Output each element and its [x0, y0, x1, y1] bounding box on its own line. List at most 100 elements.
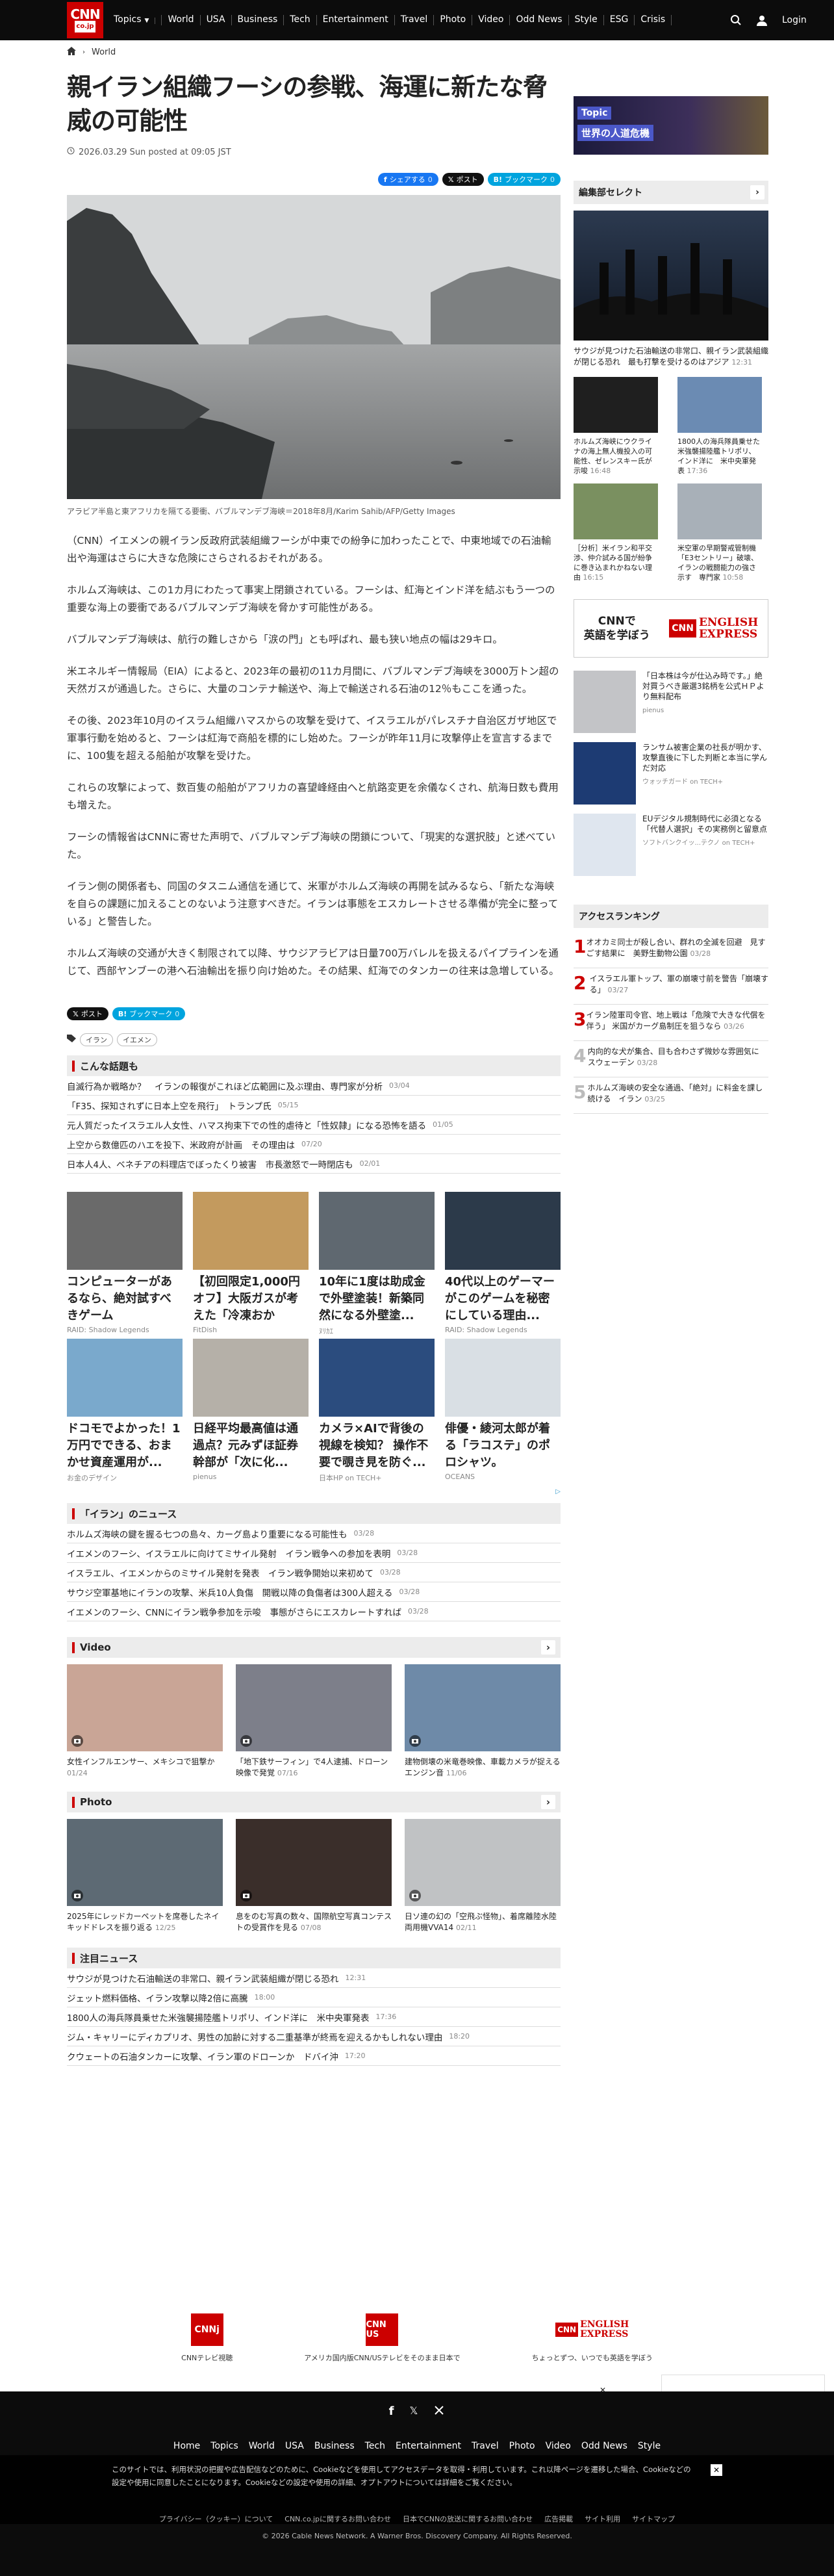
footer-logo-cnnus[interactable]: CNN US アメリカ国内版CNN/USテレビをそのまま日本で: [304, 2313, 461, 2363]
list-item[interactable]: ジム・キャリーにディカプリオ、男性の加齢に対する二重基準が終焉を迎えるかもしれな…: [67, 2027, 561, 2046]
footer-nav-item[interactable]: Topics: [210, 2441, 238, 2451]
list-item[interactable]: サウジ空軍基地にイランの攻撃、米兵10人負傷 開戦以降の負傷者は300人超える 0…: [67, 1582, 561, 1602]
x-post-button-bottom[interactable]: 𝕏 ポスト: [67, 1007, 108, 1020]
nav-item-usa[interactable]: USA: [201, 15, 232, 25]
promo-item[interactable]: 「日本株は今が仕込み時です。」絶対買うべき厳選3銘柄を公式ＨＰより無料配布 pie…: [574, 671, 768, 733]
legal-link[interactable]: サイトマップ: [632, 2514, 675, 2524]
list-item[interactable]: 日本人4人、ベネチアの料理店でぼったくり被害 市長激怒で一時閉店も 02/01: [67, 1154, 561, 1174]
list-item[interactable]: クウェートの石油タンカーに攻撃、イラン軍のドローンか ドバイ沖 17:20: [67, 2046, 561, 2066]
list-item[interactable]: ホルムズ海峡の鍵を握る七つの島々、カーグ島より重要になる可能性も 03/28: [67, 1524, 561, 1543]
list-item[interactable]: サウジが見つけた石油輸送の非常口、親イラン武装組織が閉じる恐れ 12:31: [67, 1968, 561, 1988]
footer-nav-item[interactable]: Odd News: [581, 2441, 627, 2451]
footer-logo-english-express[interactable]: CNN ENGLISH EXPRESS ちょっとずつ、いつでも英語を学ぼう: [532, 2313, 653, 2363]
ad-card[interactable]: 10年に1度は助成金で外壁塗装！新築同然になる外壁塗... ﾇﾘｶｴ: [319, 1192, 435, 1339]
nav-item-entertainment[interactable]: Entertainment: [317, 15, 395, 25]
nav-item-video[interactable]: Video: [472, 15, 511, 25]
user-icon[interactable]: [756, 14, 768, 26]
footer-nav-item[interactable]: Style: [638, 2441, 661, 2451]
video-card[interactable]: 建物倒壊の米竜巻映像、車載カメラが捉える エンジン音 11/06: [405, 1664, 568, 1779]
footer-nav-item[interactable]: Home: [173, 2441, 200, 2451]
promo-item[interactable]: EUデジタル規制時代に必須となる「代替人選択」その実務例と留意点 ソフトバンクイッ…: [574, 814, 768, 876]
nav-item-world[interactable]: World: [162, 15, 201, 25]
footer-nav-item[interactable]: Travel: [472, 2441, 499, 2451]
photo-more-chevron-icon[interactable]: ›: [541, 1795, 555, 1809]
cnn-english-banner[interactable]: CNNで 英語を学ぼう CNN ENGLISH EXPRESS: [574, 599, 768, 658]
list-item[interactable]: イエメンのフーシ、CNNにイラン戦争参加を示唆 事態がさらにエスカレートすれば 0…: [67, 1602, 561, 1621]
list-item[interactable]: 元人質だったイスラエル人女性、ハマス拘束下での性的虐待と「性奴隷」になる恐怖を語…: [67, 1115, 561, 1135]
nav-item-travel[interactable]: Travel: [395, 15, 435, 25]
footer-nav-item[interactable]: Business: [314, 2441, 355, 2451]
ad-card[interactable]: コンピューターがあるなら、絶対試すべきゲーム RAID: Shadow Legen…: [67, 1192, 183, 1339]
tag-link[interactable]: イラン: [80, 1033, 113, 1046]
ranking-item[interactable]: 5 ホルムズ海峡の安全な通過、「絶対」に料金を課し続ける イラン 03/25: [574, 1077, 768, 1114]
editors-item[interactable]: 1800人の海兵隊員乗せた米強襲揚陸艦トリポリ、インド洋に 米中央軍発表 17:…: [677, 377, 762, 476]
footer-nav-item[interactable]: World: [249, 2441, 275, 2451]
nav-item-business[interactable]: Business: [232, 15, 284, 25]
video-card[interactable]: 女性インフルエンサー、メキシコで狙撃か 01/24: [67, 1664, 223, 1779]
ranking-item[interactable]: 3 イラン陸軍司令官、地上戦は「危険で大きな代償を伴う」 米国がカーグ島制圧を狙う…: [574, 1005, 768, 1041]
x-icon[interactable]: 𝕏: [409, 2404, 418, 2419]
promo-item[interactable]: ランサム被害企業の社長が明かす、攻撃直後に下した判断と本当に学んだ対応 ウォッチガ…: [574, 742, 768, 805]
list-item[interactable]: 1800人の海兵隊員乗せた米強襲揚陸艦トリポリ、インド洋に 米中央軍発表 17:3…: [67, 2007, 561, 2027]
home-icon[interactable]: [67, 47, 76, 58]
search-icon[interactable]: [730, 14, 742, 26]
legal-link[interactable]: CNN.co.jpに関するお問い合わせ: [284, 2514, 391, 2524]
list-item-date: 03/28: [399, 1588, 420, 1596]
share-icon[interactable]: [433, 2404, 445, 2419]
ranking-item[interactable]: 1 オオカミ同士が殺し合い、群れの全滅を回避 見すごす結果に 美野生動物公園 03…: [574, 932, 768, 968]
video-card[interactable]: 「地下鉄サーフィン」で4人逮捕、ドローン映像で発覚 07/16: [236, 1664, 392, 1779]
legal-link[interactable]: プライバシー（クッキー）について: [159, 2514, 273, 2524]
ranking-item[interactable]: 4 内向的な犬が集合、目も合わさず微妙な雰囲気に スウェーデン 03/28: [574, 1041, 768, 1077]
login-link[interactable]: Login: [782, 15, 807, 25]
x-post-button[interactable]: 𝕏 ポスト: [442, 173, 484, 186]
ad-card[interactable]: 日経平均最高値は通過点？元みずほ証券幹部が「次に化... pienus: [193, 1339, 309, 1486]
ad-card[interactable]: 俳優・綾河太郎が着る「ラコステ」のポロシャツ。 OCEANS: [445, 1339, 561, 1486]
tag-link[interactable]: イエメン: [117, 1033, 157, 1046]
list-item[interactable]: イスラエル、イエメンからのミサイル発射を発表 イラン戦争開始以来初めて 03/28: [67, 1563, 561, 1582]
nav-item-photo[interactable]: Photo: [434, 15, 473, 25]
ranking-item[interactable]: 2 イスラエル軍トップ、軍の崩壊寸前を警告「崩壊する」 03/27: [574, 968, 768, 1005]
ad-card[interactable]: ドコモでよかった！1万円でできる、おまかせ資産運用が... お金のデザイン: [67, 1339, 183, 1486]
legal-link[interactable]: サイト利用: [585, 2514, 620, 2524]
nav-item-topics[interactable]: Topics ▼: [112, 15, 162, 25]
editors-item[interactable]: ホルムズ海峡にウクライナの海上無人機投入の可能性、ゼレンスキー氏が示唆 16:4…: [574, 377, 658, 476]
footer-nav-item[interactable]: Tech: [365, 2441, 385, 2451]
photo-card[interactable]: 2025年にレッドカーペットを席巻したネイキッドドレスを振り返る 12/25: [67, 1819, 223, 1933]
adchoices-icon[interactable]: ▷: [67, 1488, 561, 1495]
ad-card[interactable]: 【初回限定1,000円オフ】大阪ガスが考えた「冷凍おかず」... FitDish: [193, 1192, 309, 1339]
facebook-share-button[interactable]: f シェアする 0: [377, 173, 438, 186]
legal-link[interactable]: 広告掲載: [544, 2514, 573, 2524]
ad-card[interactable]: カメラ×AIで背後の視線を検知？ 操作不要で覗き見を防ぐ... 日本HP on T…: [319, 1339, 435, 1486]
list-item[interactable]: 自滅行為か戦略か？ イランの報復がこれほど広範囲に及ぶ理由、専門家が分析 03/0…: [67, 1076, 561, 1096]
ad-card[interactable]: 40代以上のゲーマーがこのゲームを秘密にしている理由... RAID: Shado…: [445, 1192, 561, 1339]
nav-item-style[interactable]: Style: [569, 15, 604, 25]
video-more-chevron-icon[interactable]: ›: [541, 1640, 555, 1655]
legal-link[interactable]: 日本でCNNの放送に関するお問い合わせ: [403, 2514, 533, 2524]
footer-nav-item[interactable]: Photo: [509, 2441, 535, 2451]
topic-banner[interactable]: Topic 世界の人道危機: [574, 96, 768, 155]
editors-more-chevron-icon[interactable]: ›: [750, 185, 764, 200]
nav-item-crisis[interactable]: Crisis: [635, 15, 672, 25]
editors-item[interactable]: ［分析］米イラン和平交渉、仲介試みる国が紛争に巻き込まれかねない理由 16:15: [574, 483, 658, 582]
photo-card[interactable]: 日ソ連の幻の「空飛ぶ怪物」、着席離陸水陸両用機VVA14 02/11: [405, 1819, 561, 1933]
nav-item-esg[interactable]: ESG: [604, 15, 635, 25]
nav-item-odd-news[interactable]: Odd News: [510, 15, 569, 25]
list-item[interactable]: 「F35、探知されずに日本上空を飛行」 トランプ氏 05/15: [67, 1096, 561, 1115]
facebook-icon[interactable]: f: [389, 2404, 394, 2419]
photo-card[interactable]: 息をのむ写真の数々、国際航空写真コンテストの受賞作を見る 07/08: [236, 1819, 392, 1933]
nav-item-tech[interactable]: Tech: [284, 15, 317, 25]
footer-nav-item[interactable]: Video: [546, 2441, 571, 2451]
editors-lead[interactable]: サウジが見つけた石油輸送の非常口、親イラン武装組織が閉じる恐れ 最も打撃を受ける…: [574, 211, 768, 368]
cnn-logo[interactable]: CNN co.jp: [67, 2, 103, 38]
breadcrumb-world[interactable]: World: [92, 47, 116, 57]
cookie-close-icon[interactable]: ✕: [711, 2464, 722, 2476]
footer-nav-item[interactable]: Entertainment: [396, 2441, 461, 2451]
hatena-bookmark-button-bottom[interactable]: B! ブックマーク 0: [112, 1007, 186, 1020]
footer-logo-cnnj[interactable]: CNNj CNNテレビ視聴: [181, 2313, 233, 2363]
list-item[interactable]: イエメンのフーシ、イスラエルに向けてミサイル発射 イラン戦争への参加を表明 03/…: [67, 1543, 561, 1563]
hatena-bookmark-button[interactable]: B! ブックマーク 0: [487, 173, 561, 186]
editors-item[interactable]: 米空軍の早期警戒管制機「E3セントリー」破壊、イランの戦闘能力の強さ示す 専門家…: [677, 483, 762, 582]
list-item[interactable]: ジェット燃料価格、イラン攻撃以降2倍に高騰 18:00: [67, 1988, 561, 2007]
footer-nav-item[interactable]: USA: [285, 2441, 304, 2451]
list-item[interactable]: 上空から数億匹のハエを投下、米政府が計画 その理由は 07/20: [67, 1135, 561, 1154]
